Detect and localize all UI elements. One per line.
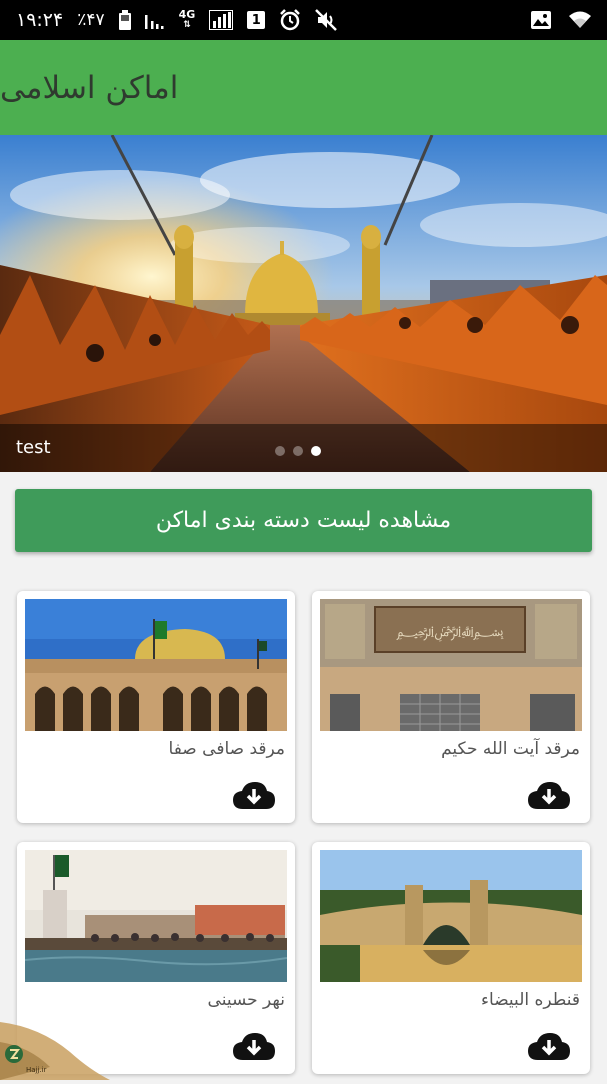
app-title: اماکن اسلامی <box>0 69 179 106</box>
place-thumbnail[interactable] <box>25 599 287 731</box>
download-icon[interactable] <box>233 1032 275 1062</box>
place-card[interactable]: ﷽ مرقد آیت الله حکیم <box>312 591 590 823</box>
alarm-icon <box>279 9 301 31</box>
slider-caption: test <box>16 437 51 458</box>
place-card[interactable]: مرقد صافی صفا <box>17 591 295 823</box>
download-icon[interactable] <box>528 781 570 811</box>
place-card[interactable]: قنطره البیضاء <box>312 842 590 1074</box>
battery-percent: ٪۴۷ <box>77 10 105 30</box>
signal-icon <box>144 11 165 29</box>
place-thumbnail[interactable]: ﷽ <box>320 599 582 731</box>
network-4g-icon: 4G ⇅ <box>178 8 196 30</box>
wifi-icon <box>569 11 591 29</box>
svg-text:﷽: ﷽ <box>396 624 504 642</box>
place-title: نهر حسینی <box>207 990 285 1010</box>
watermark-text: Hajj.ir <box>26 1066 47 1074</box>
place-title: مرقد آیت الله حکیم <box>441 739 580 759</box>
image-slider[interactable]: test <box>0 135 607 472</box>
watermark-logo: Hajj.ir <box>0 1022 110 1080</box>
mute-icon <box>315 9 338 31</box>
place-title: مرقد صافی صفا <box>168 739 285 759</box>
slider-image-shrine-bridge <box>0 135 607 472</box>
place-thumbnail[interactable] <box>25 850 287 982</box>
status-bar: ۱۹:۲۴ ٪۴۷ 4G ⇅ 1 <box>0 0 607 40</box>
network-type: 4G <box>178 8 196 21</box>
download-icon[interactable] <box>233 781 275 811</box>
battery-icon <box>118 10 131 30</box>
place-title: قنطره البیضاء <box>481 990 580 1010</box>
slider-dot[interactable] <box>293 446 303 456</box>
view-categories-button[interactable]: مشاهده لیست دسته بندی اماکن <box>15 489 592 552</box>
signal-full-icon <box>209 10 234 30</box>
slider-dot-active[interactable] <box>311 446 321 456</box>
slider-pagination <box>275 446 321 456</box>
download-icon[interactable] <box>528 1032 570 1062</box>
gallery-icon <box>531 11 551 29</box>
place-thumbnail[interactable] <box>320 850 582 982</box>
slider-dot[interactable] <box>275 446 285 456</box>
status-time: ۱۹:۲۴ <box>16 9 64 31</box>
sim-icon: 1 <box>247 11 266 29</box>
app-bar: اماکن اسلامی <box>0 40 607 135</box>
